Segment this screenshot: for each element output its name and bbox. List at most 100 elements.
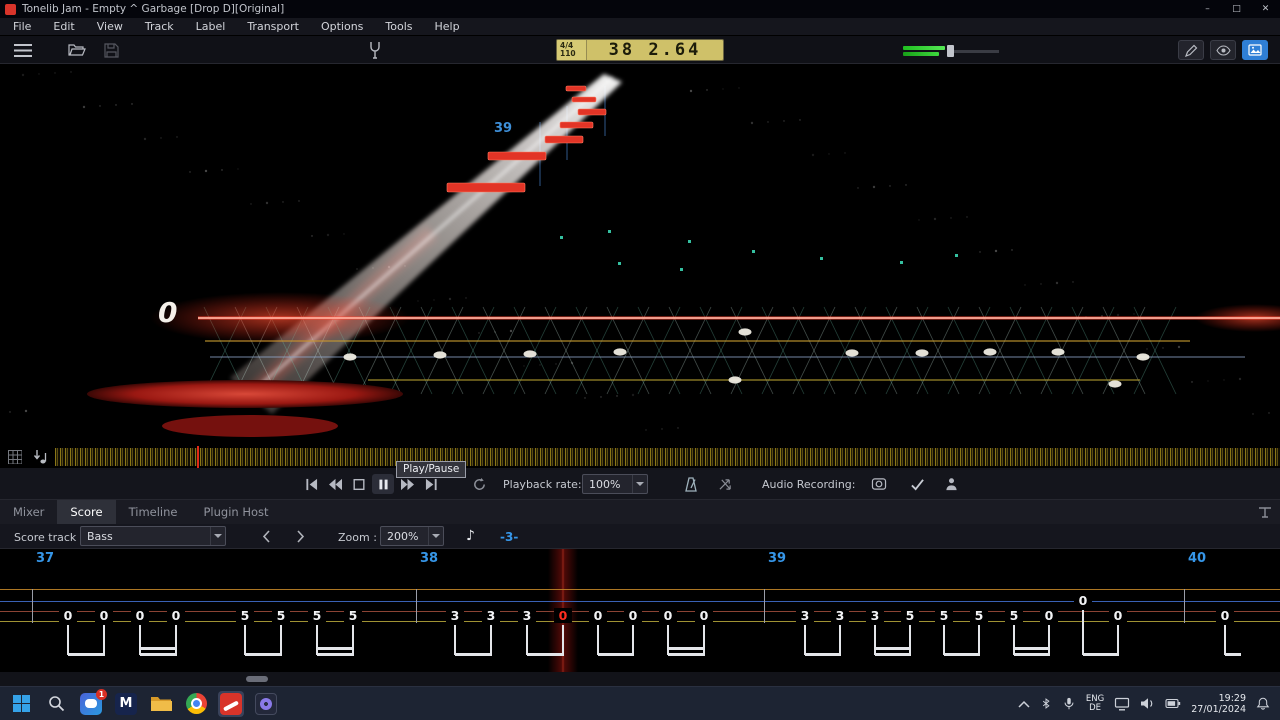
microphone-icon[interactable] <box>1062 696 1076 711</box>
tab-note[interactable]: 0 <box>1109 608 1127 623</box>
tab-note[interactable]: 3 <box>831 608 849 623</box>
tab-note[interactable]: 0 <box>695 608 713 623</box>
rewind-button[interactable] <box>324 474 346 494</box>
master-volume[interactable] <box>903 45 999 57</box>
tab-timeline[interactable]: Timeline <box>116 500 191 524</box>
zoom-dropdown[interactable]: 200% <box>380 526 444 546</box>
hamburger-menu-button[interactable] <box>10 40 36 60</box>
tonelib-app-icon[interactable] <box>218 690 244 717</box>
timeline-playhead[interactable] <box>197 446 199 468</box>
minimize-button[interactable]: – <box>1193 0 1222 18</box>
open-file-button[interactable] <box>64 40 90 60</box>
menu-file[interactable]: File <box>2 18 42 36</box>
menu-help[interactable]: Help <box>424 18 471 36</box>
volume-slider-track[interactable] <box>947 50 999 53</box>
tab-mixer[interactable]: Mixer <box>0 500 57 524</box>
chrome-icon[interactable] <box>183 691 209 717</box>
menu-edit[interactable]: Edit <box>42 18 85 36</box>
tab-note[interactable]: 0 <box>659 608 677 623</box>
scroll-follow-icon[interactable] <box>32 449 48 465</box>
score-horizontal-scrollbar[interactable] <box>0 672 1280 686</box>
play-pause-button[interactable] <box>372 474 394 494</box>
tray-expand-chevron-icon[interactable] <box>1018 700 1030 708</box>
metronome-button[interactable] <box>680 474 702 494</box>
note-duration-icon[interactable]: ♪ <box>466 528 475 544</box>
far-note-dot <box>618 262 621 265</box>
start-button[interactable] <box>8 691 34 717</box>
tab-note[interactable]: 3 <box>518 608 536 623</box>
battery-icon[interactable] <box>1165 697 1181 710</box>
tab-note[interactable]: 3 <box>482 608 500 623</box>
tab-note[interactable]: 5 <box>901 608 919 623</box>
tab-note[interactable]: 3 <box>866 608 884 623</box>
scrollbar-handle[interactable] <box>246 676 268 682</box>
tab-note[interactable]: 0 <box>1040 608 1058 623</box>
scene-view-button[interactable] <box>1242 40 1268 60</box>
menu-tools[interactable]: Tools <box>374 18 423 36</box>
tab-note[interactable]: 5 <box>1005 608 1023 623</box>
tab-note[interactable]: 3 <box>446 608 464 623</box>
tab-note[interactable]: 5 <box>935 608 953 623</box>
tab-note[interactable]: 0 <box>1074 593 1092 608</box>
bluetooth-icon[interactable] <box>1040 696 1052 711</box>
tab-score[interactable]: Score <box>57 500 116 524</box>
close-button[interactable]: ✕ <box>1251 0 1280 18</box>
check-button[interactable] <box>906 474 928 494</box>
volume-slider-handle[interactable] <box>947 45 954 57</box>
edit-pencil-button[interactable] <box>1178 40 1204 60</box>
tab-note[interactable]: 0 <box>589 608 607 623</box>
tab-note[interactable]: 0 <box>167 608 185 623</box>
maximize-button[interactable]: □ <box>1222 0 1251 18</box>
highway-3d-view[interactable]: 39 0 <box>0 64 1280 446</box>
search-button[interactable] <box>43 691 69 717</box>
tab-note[interactable]: 5 <box>344 608 362 623</box>
score-track-dropdown[interactable]: Bass <box>80 526 226 546</box>
tab-note[interactable]: 0 <box>131 608 149 623</box>
current-note[interactable]: 0 <box>554 608 572 623</box>
notifications-bell-icon[interactable] <box>1256 696 1270 711</box>
language-indicator[interactable]: ENG DE <box>1086 694 1104 713</box>
tab-note[interactable]: 5 <box>970 608 988 623</box>
tab-note[interactable]: 0 <box>624 608 642 623</box>
camera-record-button[interactable] <box>868 474 890 494</box>
m-app-icon[interactable]: M <box>113 691 139 717</box>
tablature-view[interactable]: 37 38 39 40 0 0 0 0 5 5 5 5 3 3 3 0 0 0 0 0 3 3 3 5 5 5 5 0 0 0 0 <box>0 549 1280 672</box>
tuner-fork-button[interactable] <box>362 40 388 60</box>
save-button[interactable] <box>98 40 124 60</box>
prev-arrow-button[interactable] <box>254 527 278 546</box>
display-cast-icon[interactable] <box>1114 697 1130 711</box>
tab-note[interactable]: 5 <box>308 608 326 623</box>
chat-app-icon[interactable]: 1 <box>78 688 107 717</box>
tab-note[interactable]: 0 <box>95 608 113 623</box>
skip-start-button[interactable] <box>300 474 322 494</box>
menu-track[interactable]: Track <box>134 18 185 36</box>
tab-plugin-host[interactable]: Plugin Host <box>191 500 282 524</box>
menu-view[interactable]: View <box>86 18 134 36</box>
menu-label[interactable]: Label <box>185 18 237 36</box>
mini-timeline[interactable] <box>0 446 1280 468</box>
file-explorer-icon[interactable] <box>148 691 174 717</box>
next-arrow-button[interactable] <box>288 527 312 546</box>
transpose-indicator[interactable]: -3- <box>500 530 518 544</box>
playback-rate-dropdown[interactable]: 100% <box>582 474 648 494</box>
tab-note[interactable]: 5 <box>236 608 254 623</box>
tab-note[interactable]: 0 <box>59 608 77 623</box>
view-eye-button[interactable] <box>1210 40 1236 60</box>
loop-button[interactable] <box>468 474 490 494</box>
tab-note[interactable]: 5 <box>272 608 290 623</box>
grid-view-icon[interactable] <box>8 450 22 464</box>
speaker-icon[interactable] <box>1140 697 1155 710</box>
menu-transport[interactable]: Transport <box>236 18 310 36</box>
menu-options[interactable]: Options <box>310 18 374 36</box>
vocal-record-button[interactable] <box>940 474 962 494</box>
jump-arrows-button[interactable] <box>714 474 736 494</box>
clock[interactable]: 19:29 27/01/2024 <box>1191 693 1246 715</box>
timeline-waveform-strip[interactable] <box>55 448 1280 466</box>
stop-button[interactable] <box>348 474 370 494</box>
media-app-icon[interactable] <box>253 691 279 717</box>
fret-disc <box>87 380 403 408</box>
panel-pin-icon[interactable] <box>1258 506 1272 518</box>
tab-note[interactable]: 0 <box>1216 608 1234 623</box>
tab-note[interactable]: 3 <box>796 608 814 623</box>
beam <box>455 653 492 656</box>
